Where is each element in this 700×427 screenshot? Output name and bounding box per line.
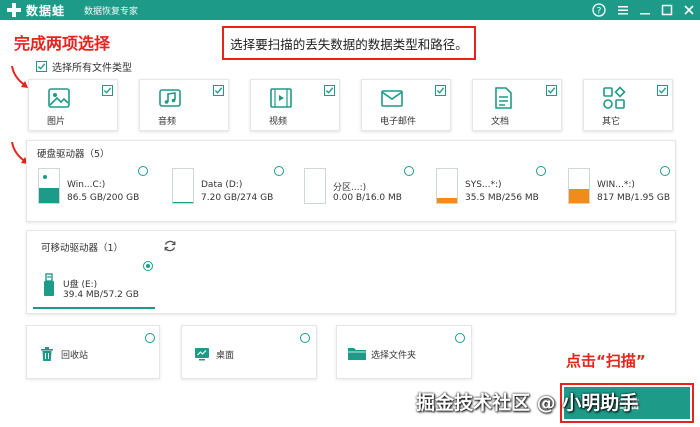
close-icon[interactable] (680, 1, 698, 19)
annotation-click-scan: 点击“扫描” (566, 352, 646, 370)
annotation-complete-two-choices: 完成两项选择 (14, 34, 111, 53)
watermark: 掘金技术社区 @ 小明助手 (416, 392, 639, 414)
svg-text:?: ? (597, 7, 602, 17)
scan-hint: 选择要扫描的丢失数据的数据类型和路径。 (222, 26, 476, 60)
drive-disk-icon (172, 168, 194, 204)
drive-radio[interactable] (660, 166, 670, 176)
shortcut-radio[interactable] (455, 333, 465, 343)
file-type-checkbox[interactable] (213, 85, 224, 96)
file-type-label: 其它 (602, 117, 621, 127)
file-type-label: 文档 (491, 117, 510, 127)
file-type-checkbox[interactable] (546, 85, 557, 96)
drive-win[interactable]: WIN...*:) 817 MB/1.95 GB (568, 166, 672, 206)
shortcut-radio[interactable] (145, 333, 155, 343)
refresh-icon[interactable] (163, 239, 177, 253)
file-type-document[interactable]: 文档 (472, 79, 562, 131)
file-type-email[interactable]: 电子邮件 (361, 79, 451, 131)
drive-name: SYS...*:) (465, 180, 502, 190)
app-logo-icon (7, 3, 21, 17)
drive-disk-icon (568, 168, 590, 204)
drive-radio[interactable] (143, 261, 153, 271)
shortcut-label: 桌面 (216, 351, 235, 361)
drive-disk-icon (38, 168, 60, 204)
drive-c[interactable]: Win...C:) 86.5 GB/200 GB (38, 166, 158, 206)
folder-icon (348, 348, 366, 360)
file-type-checkbox[interactable] (657, 85, 668, 96)
other-icon (603, 86, 626, 109)
select-all-file-types[interactable]: 选择所有文件类型 (36, 59, 132, 74)
image-icon (48, 88, 70, 108)
menu-icon[interactable] (614, 1, 632, 19)
file-type-label: 音频 (158, 117, 177, 127)
shortcut-select-folder[interactable]: 选择文件夹 (336, 325, 472, 379)
shortcut-radio[interactable] (300, 333, 310, 343)
drive-size: 7.20 GB/274 GB (201, 193, 274, 203)
app-name: 数据蛙 (26, 4, 66, 18)
drive-size: 0.00 B/16.0 MB (333, 193, 402, 203)
app-subtitle: 数据恢复专家 (84, 7, 139, 17)
removable-drives-panel: 可移动驱动器（1） U盘 (E:) 39.4 MB/57.2 GB (26, 230, 676, 314)
minimize-icon[interactable] (636, 1, 654, 19)
drive-radio[interactable] (536, 166, 546, 176)
select-all-label: 选择所有文件类型 (52, 63, 132, 74)
drive-size: 39.4 MB/57.2 GB (63, 290, 139, 300)
select-all-checkbox[interactable] (36, 61, 47, 72)
file-type-video[interactable]: 视频 (250, 79, 340, 131)
help-icon[interactable]: ? (590, 1, 608, 19)
file-type-checkbox[interactable] (435, 85, 446, 96)
drive-size: 817 MB/1.95 GB (597, 193, 671, 203)
file-type-checkbox[interactable] (102, 85, 113, 96)
drive-radio[interactable] (274, 166, 284, 176)
file-type-audio[interactable]: 音频 (139, 79, 229, 131)
desktop-icon (195, 348, 209, 361)
shortcut-label: 选择文件夹 (371, 351, 417, 361)
file-type-label: 图片 (47, 117, 66, 127)
file-type-image[interactable]: 图片 (28, 79, 118, 131)
mail-icon (381, 90, 403, 107)
drive-name: Data (D:) (201, 180, 243, 190)
trash-icon (41, 347, 53, 361)
drive-size: 35.5 MB/256 MB (465, 193, 539, 203)
drive-size: 86.5 GB/200 GB (67, 193, 140, 203)
title-bar: 数据蛙 数据恢复专家 ? (0, 0, 700, 20)
drive-sys[interactable]: SYS...*:) 35.5 MB/256 MB (436, 166, 556, 206)
drive-name: WIN...*:) (597, 180, 635, 190)
hard-drives-title: 硬盘驱动器（5） (37, 149, 110, 160)
music-icon (159, 89, 181, 107)
file-type-other[interactable]: 其它 (583, 79, 673, 131)
shortcut-recycle-bin[interactable]: 回收站 (26, 325, 160, 379)
file-type-label: 电子邮件 (380, 117, 417, 127)
video-icon (270, 88, 292, 108)
removable-drives-title: 可移动驱动器（1） (41, 243, 124, 254)
drive-name: 分区...:) (333, 183, 367, 193)
drive-disk-icon (304, 168, 326, 204)
file-type-label: 视频 (269, 117, 288, 127)
usb-drive-e[interactable]: U盘 (E:) 39.4 MB/57.2 GB (33, 257, 155, 309)
drive-d[interactable]: Data (D:) 7.20 GB/274 GB (172, 166, 292, 206)
scan-hint-text: 选择要扫描的丢失数据的数据类型和路径。 (230, 36, 468, 52)
drive-name: U盘 (E:) (63, 280, 98, 290)
shortcut-label: 回收站 (61, 351, 89, 361)
usb-drive-icon (44, 273, 54, 296)
drive-radio[interactable] (138, 166, 148, 176)
drive-partition[interactable]: 分区...:) 0.00 B/16.0 MB (304, 166, 424, 206)
drive-radio[interactable] (404, 166, 414, 176)
drive-disk-icon (436, 168, 458, 204)
maximize-icon[interactable] (658, 1, 676, 19)
drive-name: Win...C:) (67, 180, 106, 190)
file-type-checkbox[interactable] (324, 85, 335, 96)
document-icon (495, 87, 512, 109)
shortcut-desktop[interactable]: 桌面 (181, 325, 317, 379)
